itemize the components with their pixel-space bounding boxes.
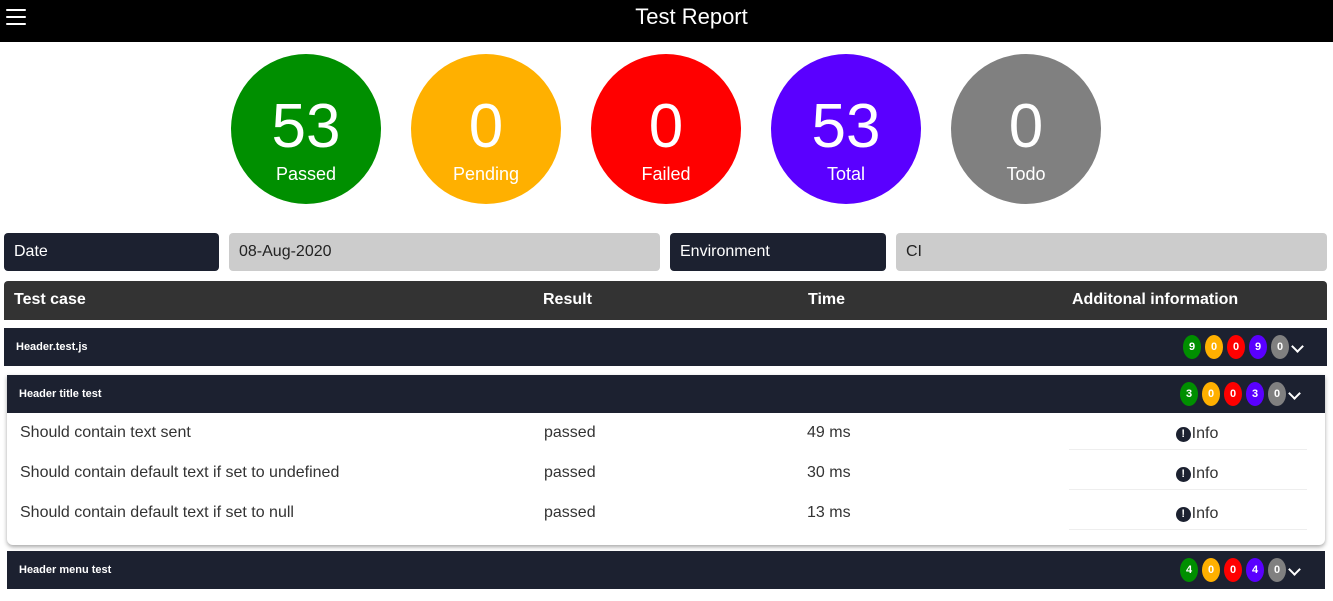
info-label: Info: [1191, 505, 1219, 522]
test-result: passed: [544, 424, 596, 441]
test-name: Should contain default text if set to un…: [20, 464, 340, 481]
summary-stats: 53 Passed 0 Pending 0 Failed 53 Total 0 …: [0, 54, 1333, 204]
badge-passed: 4: [1180, 558, 1198, 582]
info-button[interactable]: ! Info: [1069, 498, 1307, 530]
stat-todo-count: 0: [1008, 92, 1044, 161]
exclamation-circle-icon: !: [1175, 466, 1191, 482]
stat-pending-count: 0: [468, 92, 504, 161]
date-label: Date: [4, 233, 219, 271]
badge-total: 3: [1246, 382, 1264, 406]
badge-passed: 9: [1183, 335, 1201, 359]
badge-total: 9: [1249, 335, 1267, 359]
suite-badges: 9 0 0 9 0: [1183, 335, 1305, 359]
info-button[interactable]: ! Info: [1069, 418, 1307, 450]
group-title: Header menu test: [19, 564, 112, 576]
test-time: 30 ms: [807, 464, 851, 481]
column-header-additional-info: Additonal information: [1072, 291, 1239, 308]
table-row: Should contain default text if set to nu…: [7, 494, 1325, 534]
stat-passed-count: 53: [271, 92, 341, 161]
badge-pending: 0: [1202, 382, 1220, 406]
suite-header[interactable]: Header.test.js 9 0 0 9 0: [4, 328, 1327, 366]
stat-todo: 0 Todo: [951, 54, 1101, 204]
table-header: Test case Result Time Additonal informat…: [4, 281, 1327, 320]
test-time: 49 ms: [807, 424, 851, 441]
test-name: Should contain text sent: [20, 424, 191, 441]
exclamation-circle-icon: !: [1175, 506, 1191, 522]
info-label: Info: [1191, 465, 1219, 482]
chevron-down-icon[interactable]: [1288, 387, 1302, 401]
chevron-down-icon[interactable]: [1288, 563, 1302, 577]
test-time: 13 ms: [807, 504, 851, 521]
table-row: Should contain text sent passed 49 ms ! …: [7, 414, 1325, 454]
group-badges: 3 0 0 3 0: [1180, 382, 1302, 406]
page-title: Test Report: [635, 4, 748, 29]
test-result: passed: [544, 464, 596, 481]
top-bar: Test Report: [0, 0, 1333, 42]
chevron-down-icon[interactable]: [1291, 340, 1305, 354]
stat-failed-label: Failed: [641, 164, 691, 184]
badge-todo: 0: [1271, 335, 1289, 359]
info-label: Info: [1191, 425, 1219, 442]
badge-total: 4: [1246, 558, 1264, 582]
badge-pending: 0: [1205, 335, 1223, 359]
stat-passed-label: Passed: [275, 164, 337, 184]
badge-failed: 0: [1224, 382, 1242, 406]
group-title: Header title test: [19, 388, 102, 400]
test-name: Should contain default text if set to nu…: [20, 504, 294, 521]
group-header-menu-test[interactable]: Header menu test 4 0 0 4 0: [7, 551, 1325, 589]
stat-pending-label: Pending: [452, 164, 520, 184]
badge-todo: 0: [1268, 558, 1286, 582]
stat-todo-label: Todo: [1006, 164, 1046, 184]
badge-todo: 0: [1268, 382, 1286, 406]
badge-failed: 0: [1227, 335, 1245, 359]
stat-pending: 0 Pending: [411, 54, 561, 204]
stat-failed: 0 Failed: [591, 54, 741, 204]
suite-title: Header.test.js: [16, 341, 88, 353]
group-badges: 4 0 0 4 0: [1180, 558, 1302, 582]
exclamation-circle-icon: !: [1175, 426, 1191, 442]
badge-passed: 3: [1180, 382, 1198, 406]
info-button[interactable]: ! Info: [1069, 458, 1307, 490]
column-header-test-case: Test case: [14, 291, 86, 308]
environment-value: CI: [896, 233, 1327, 271]
badge-failed: 0: [1224, 558, 1242, 582]
stat-passed: 53 Passed: [231, 54, 381, 204]
column-header-time: Time: [808, 291, 846, 308]
table-row: Should contain default text if set to un…: [7, 454, 1325, 494]
group-header-title-test[interactable]: Header title test 3 0 0 3 0: [7, 375, 1325, 413]
column-header-result: Result: [543, 291, 592, 308]
stat-total-count: 53: [811, 92, 881, 161]
environment-label: Environment: [670, 233, 886, 271]
badge-pending: 0: [1202, 558, 1220, 582]
stat-failed-count: 0: [648, 92, 684, 161]
stat-total-label: Total: [826, 164, 866, 184]
test-result: passed: [544, 504, 596, 521]
stat-total: 53 Total: [771, 54, 921, 204]
date-value: 08-Aug-2020: [229, 233, 660, 271]
